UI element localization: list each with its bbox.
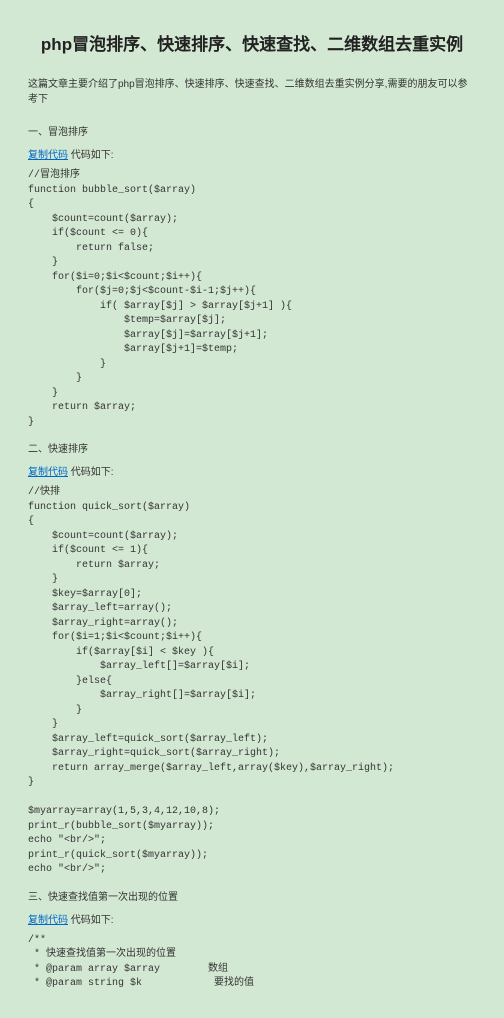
page-title: php冒泡排序、快速排序、快速查找、二维数组去重实例 [28, 30, 476, 55]
copy-code-link-1[interactable]: 复制代码 [28, 150, 68, 161]
intro-text: 这篇文章主要介绍了php冒泡排序、快速排序、快速查找、二维数组去重实例分享,需要… [28, 75, 476, 105]
copy-line-3: 复制代码 代码如下: [28, 911, 476, 926]
copy-suffix-1: 代码如下: [68, 150, 114, 161]
copy-code-link-2[interactable]: 复制代码 [28, 467, 68, 478]
code-block-2: //快排 function quick_sort($array) { $coun… [28, 486, 476, 878]
code-block-3: /** * 快速查找值第一次出现的位置 * @param array $arra… [28, 934, 476, 992]
section-2-heading: 二、快速排序 [28, 440, 476, 455]
copy-suffix-3: 代码如下: [68, 915, 114, 926]
section-3-heading: 三、快速查找值第一次出现的位置 [28, 888, 476, 903]
copy-line-1: 复制代码 代码如下: [28, 146, 476, 161]
copy-suffix-2: 代码如下: [68, 467, 114, 478]
section-1-heading: 一、冒泡排序 [28, 123, 476, 138]
copy-line-2: 复制代码 代码如下: [28, 463, 476, 478]
code-block-1: //冒泡排序 function bubble_sort($array) { $c… [28, 169, 476, 430]
copy-code-link-3[interactable]: 复制代码 [28, 915, 68, 926]
